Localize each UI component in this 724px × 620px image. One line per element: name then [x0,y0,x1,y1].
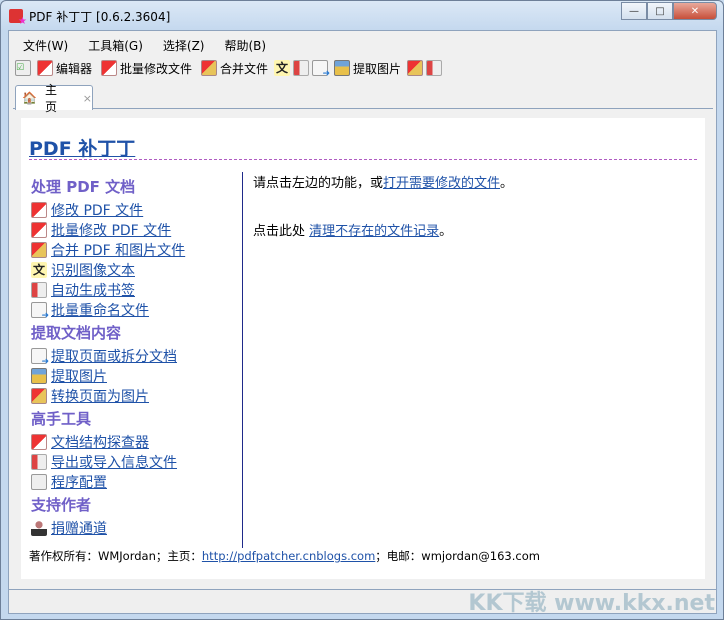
page-icon [31,302,49,321]
menu-help[interactable]: 帮助(B) [215,35,277,56]
footer: 著作权所有：WMJordan；主页：http://pdfpatcher.cnbl… [29,548,540,564]
maximize-button[interactable]: □ [647,2,673,20]
function-link[interactable]: 批量修改 PDF 文件 [31,220,231,240]
function-link[interactable]: 导出或导入信息文件 [31,452,231,472]
function-link-label[interactable]: 文档结构探查器 [51,432,149,452]
hint-panel: 请点击左边的功能，或打开需要修改的文件。 点击此处 清理不存在的文件记录。 [253,172,513,268]
copyright-text: 著作权所有：WMJordan；主页： [29,549,202,563]
title-bar: PDF 补丁丁 [0.6.2.3604] [9,7,171,27]
section-heading: 提取文档内容 [31,324,122,342]
section-heading: 高手工具 [31,410,92,428]
function-link-label[interactable]: 导出或导入信息文件 [51,452,177,472]
hint-suffix: 。 [500,176,514,191]
open-file-link[interactable]: 打开需要修改的文件 [383,176,500,191]
batch-modify-button[interactable]: 批量修改文件 [98,59,195,78]
page-title: PDF 补丁丁 [29,138,136,160]
section-heading: 处理 PDF 文档 [31,178,136,196]
function-link-label[interactable]: 自动生成书签 [51,280,135,300]
merge-icon [201,60,218,76]
hint-text-2: 点击此处 [253,224,310,239]
function-link[interactable]: 捐赠通道 [31,518,231,538]
tab-home[interactable]: 🏠 主页 × [15,83,93,114]
function-link[interactable]: 程序配置 [31,472,231,492]
function-link[interactable]: 转换页面为图片 [31,386,231,406]
chk-icon [31,474,47,490]
tab-strip: 🏠 主页 × [13,83,713,114]
merge-label: 合并文件 [220,61,269,76]
merge-icon [31,388,47,404]
ocr-icon: 文 [31,262,47,278]
function-link-label[interactable]: 批量重命名文件 [51,300,149,320]
menu-toolbox[interactable]: 工具箱(G) [78,35,153,56]
book-icon [31,282,47,298]
book-icon [31,454,47,470]
function-link-label[interactable]: 捐赠通道 [51,518,107,538]
pdf-icon [31,222,47,238]
hint-text: 请点击左边的功能，或 [253,176,384,191]
home-icon: 🏠 [22,91,37,105]
tab-home-label: 主页 [44,83,57,114]
home-page: PDF 补丁丁 处理 PDF 文档修改 PDF 文件 批量修改 PDF 文件 合并 … [21,118,705,579]
extract-images-button[interactable]: 提取图片 [331,59,404,78]
pdf-icon [31,434,47,450]
hint-suffix-2: 。 [439,224,453,239]
function-link-label[interactable]: 提取页面或拆分文档 [51,346,177,366]
menu-file[interactable]: 文件(W) [13,35,78,56]
function-link-label[interactable]: 转换页面为图片 [51,386,149,406]
export-info-icon[interactable] [426,60,443,76]
extract-pages-icon[interactable] [312,60,330,79]
function-link[interactable]: 批量重命名文件 [31,300,231,321]
function-link[interactable]: 合并 PDF 和图片文件 [31,240,231,260]
window-title: PDF 补丁丁 [0.6.2.3604] [29,9,171,24]
img-icon [31,368,47,384]
merge-icon [31,242,47,258]
function-link-label[interactable]: 修改 PDF 文件 [51,200,143,220]
app-icon [9,9,27,27]
extract-images-label: 提取图片 [353,61,402,76]
minimize-button[interactable]: — [621,2,647,20]
function-list: 处理 PDF 文档修改 PDF 文件 批量修改 PDF 文件 合并 PDF 和图片文… [31,174,231,538]
ocr-icon[interactable]: 文 [274,60,291,76]
user-icon [31,520,47,536]
tab-close-icon[interactable]: × [83,92,92,105]
render-pages-icon[interactable] [407,60,424,76]
vertical-divider [242,172,243,548]
batch-modify-label: 批量修改文件 [120,61,193,76]
editor-label: 编辑器 [56,61,93,76]
homepage-link[interactable]: http://pdfpatcher.cnblogs.com [202,549,375,563]
function-link[interactable]: 提取图片 [31,366,231,386]
toolbar-options-icon[interactable]: ☑ [15,60,31,76]
close-button[interactable]: ✕ [673,2,717,20]
function-link-label[interactable]: 合并 PDF 和图片文件 [51,240,185,260]
app-window: PDF 补丁丁 [0.6.2.3604] — □ ✕ 文件(W) 工具箱(G) … [0,0,724,620]
menu-bar: 文件(W) 工具箱(G) 选择(Z) 帮助(B) [13,35,276,56]
function-link-label[interactable]: 识别图像文本 [51,260,135,280]
section-heading: 支持作者 [31,496,92,514]
function-link-label[interactable]: 提取图片 [51,366,107,386]
pdf-edit-icon [37,60,53,76]
image-icon [334,60,351,76]
pdf-icon [31,202,47,218]
watermark: KK下载 www.kkx.net [468,591,715,616]
toolbar: ☑ 编辑器 批量修改文件 合并文件 文 提取图片 [15,57,443,79]
page-icon [31,348,49,367]
editor-button[interactable]: 编辑器 [34,59,95,78]
function-link[interactable]: 文档结构探查器 [31,432,231,452]
function-link-label[interactable]: 批量修改 PDF 文件 [51,220,171,240]
function-link[interactable]: 自动生成书签 [31,280,231,300]
divider [29,159,697,160]
email-text: ；电邮：wmjordan@163.com [375,549,540,563]
function-link[interactable]: 修改 PDF 文件 [31,200,231,220]
function-link-label[interactable]: 程序配置 [51,472,107,492]
pdf-batch-icon [101,60,118,76]
clean-history-link[interactable]: 清理不存在的文件记录 [309,224,439,239]
merge-button[interactable]: 合并文件 [198,59,271,78]
function-link[interactable]: 文识别图像文本 [31,260,231,280]
bookmark-icon[interactable] [293,60,310,76]
function-link[interactable]: 提取页面或拆分文档 [31,346,231,367]
menu-select[interactable]: 选择(Z) [153,35,215,56]
